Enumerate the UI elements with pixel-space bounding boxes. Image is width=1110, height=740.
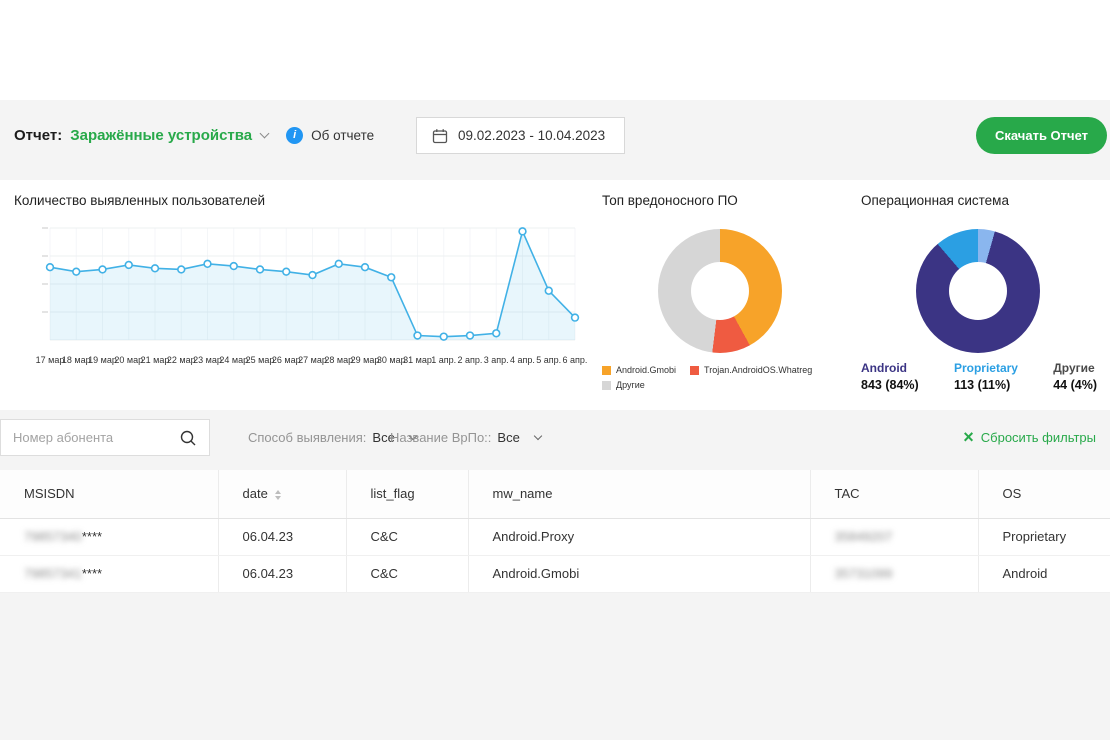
legend-label: Trojan.AndroidOS.Whatreg <box>704 365 812 375</box>
cell-msisdn: 79857341**** <box>0 555 218 592</box>
os-stat-android: Android 843 (84%) <box>861 361 919 392</box>
legend-swatch <box>690 366 699 375</box>
cell-mw-name: Android.Proxy <box>468 518 810 555</box>
filter-bar: Способ выявления: Все Название ВрПо:: Вс… <box>0 419 1110 457</box>
reset-filters-button[interactable]: × Сбросить фильтры <box>963 419 1096 456</box>
os-donut-chart <box>916 229 1040 353</box>
cell-list-flag: C&C <box>346 555 468 592</box>
users-line-chart-section: Количество выявленных пользователей 17 м… <box>14 193 589 367</box>
subscriber-search <box>0 419 210 456</box>
column-header-os: OS <box>978 470 1110 518</box>
column-header-tac: TAC <box>810 470 978 518</box>
sort-icon <box>275 490 281 500</box>
search-icon[interactable] <box>179 429 197 447</box>
cell-date: 06.04.23 <box>218 555 346 592</box>
column-header-list-flag: list_flag <box>346 470 468 518</box>
tac-masked: 35849207 <box>835 529 893 544</box>
os-stat-value: 113 (11%) <box>954 378 1018 392</box>
table-header: MSISDN date list_flag mw_name TAC OS <box>0 470 1110 518</box>
column-header-mw-name: mw_name <box>468 470 810 518</box>
msisdn-masked: 79857341 <box>24 566 82 581</box>
legend-swatch <box>602 381 611 390</box>
cell-mw-name: Android.Gmobi <box>468 555 810 592</box>
date-range-value: 09.02.2023 - 10.04.2023 <box>458 128 605 143</box>
os-stat-name: Другие <box>1053 361 1097 375</box>
malware-donut-chart <box>658 229 782 353</box>
column-header-date[interactable]: date <box>218 470 346 518</box>
os-stats: Android 843 (84%) Proprietary 113 (11%) … <box>861 361 1097 392</box>
os-stat-name: Android <box>861 361 919 375</box>
select-label: Способ выявления: <box>248 430 366 445</box>
chevron-down-icon <box>534 432 542 440</box>
date-range-picker[interactable]: 09.02.2023 - 10.04.2023 <box>416 117 625 154</box>
malware-legend: Android.Gmobi Trojan.AndroidOS.Whatreg Д… <box>602 365 832 390</box>
info-icon[interactable]: i <box>286 127 303 144</box>
download-report-button[interactable]: Скачать Отчет <box>976 117 1107 154</box>
reset-filters-label: Сбросить фильтры <box>981 430 1096 445</box>
report-toolbar-left: Отчет: Заражённые устройства i Об отчете <box>14 100 374 170</box>
cell-os: Android <box>978 555 1110 592</box>
report-type-dropdown[interactable]: Заражённые устройства <box>70 127 268 144</box>
os-stat-value: 843 (84%) <box>861 378 919 392</box>
os-donut-section: Операционная система Android 843 (84%) P… <box>861 193 1100 403</box>
os-stat-other: Другие 44 (4%) <box>1053 361 1097 392</box>
select-value: Все <box>497 430 519 445</box>
x-axis-label: 6 апр. <box>558 355 592 365</box>
cell-list-flag: C&C <box>346 518 468 555</box>
malware-donut-title: Топ вредоносного ПО <box>602 193 832 208</box>
charts-panel: Количество выявленных пользователей 17 м… <box>0 180 1110 410</box>
about-report-label: Об отчете <box>311 128 374 143</box>
tac-masked: 35731099 <box>835 566 893 581</box>
close-icon: × <box>963 428 974 446</box>
report-label: Отчет: <box>14 127 62 144</box>
line-chart-x-axis: 17 мар18 мар19 мар20 мар21 мар22 мар23 м… <box>14 355 589 367</box>
os-stat-value: 44 (4%) <box>1053 378 1097 392</box>
malware-name-select[interactable]: Название ВрПо:: Все <box>390 419 541 456</box>
os-stat-name: Proprietary <box>954 361 1018 375</box>
infected-devices-table: MSISDN date list_flag mw_name TAC OS 798… <box>0 470 1110 593</box>
legend-label: Другие <box>616 380 645 390</box>
cell-msisdn: 79857340**** <box>0 518 218 555</box>
legend-item: Другие <box>602 380 645 390</box>
report-toolbar: Отчет: Заражённые устройства i Об отчете… <box>0 100 1110 170</box>
cell-tac: 35731099 <box>810 555 978 592</box>
malware-donut-section: Топ вредоносного ПО Android.Gmobi Trojan… <box>602 193 832 403</box>
calendar-icon <box>432 128 448 144</box>
report-title: Заражённые устройства <box>70 127 252 144</box>
chevron-down-icon <box>260 128 270 138</box>
os-stat-proprietary: Proprietary 113 (11%) <box>954 361 1018 392</box>
table-row: 79857340**** 06.04.23 C&C Android.Proxy … <box>0 518 1110 555</box>
search-input[interactable] <box>1 430 179 445</box>
select-label: Название ВрПо:: <box>390 430 491 445</box>
line-chart <box>14 220 589 352</box>
legend-item: Android.Gmobi <box>602 365 676 375</box>
legend-item: Trojan.AndroidOS.Whatreg <box>690 365 812 375</box>
legend-swatch <box>602 366 611 375</box>
msisdn-masked: 79857340 <box>24 529 82 544</box>
os-donut-title: Операционная система <box>861 193 1100 208</box>
table-row: 79857341**** 06.04.23 C&C Android.Gmobi … <box>0 555 1110 592</box>
legend-label: Android.Gmobi <box>616 365 676 375</box>
line-chart-title: Количество выявленных пользователей <box>14 193 589 208</box>
cell-date: 06.04.23 <box>218 518 346 555</box>
cell-os: Proprietary <box>978 518 1110 555</box>
column-header-msisdn: MSISDN <box>0 470 218 518</box>
cell-tac: 35849207 <box>810 518 978 555</box>
